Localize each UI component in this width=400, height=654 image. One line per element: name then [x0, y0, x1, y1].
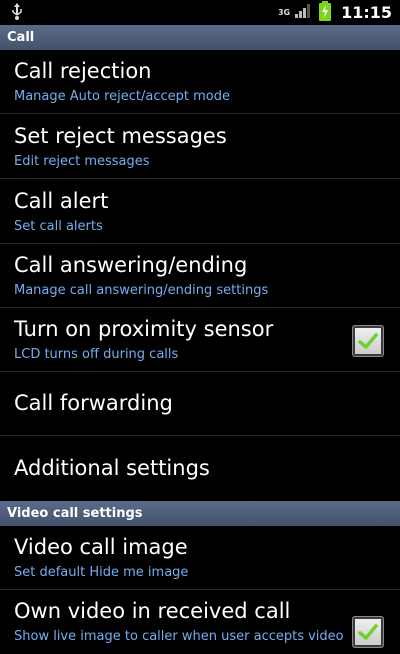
proximity-sensor-checkbox[interactable]	[352, 325, 384, 357]
setting-proximity-sensor[interactable]: Turn on proximity sensor LCD turns off d…	[0, 308, 400, 372]
setting-title: Call alert	[14, 189, 109, 213]
network-type-label: 3G	[277, 7, 291, 17]
checkmark-icon	[358, 624, 378, 640]
setting-summary: Edit reject messages	[14, 154, 150, 169]
setting-call-rejection[interactable]: Call rejection Manage Auto reject/accept…	[0, 50, 400, 114]
setting-summary: Manage call answering/ending settings	[14, 283, 269, 298]
section-header-video-call: Video call settings	[0, 501, 400, 526]
setting-summary: LCD turns off during calls	[14, 347, 179, 362]
setting-call-alert[interactable]: Call alert Set call alerts	[0, 180, 400, 244]
status-clock: 11:15	[341, 3, 392, 22]
setting-title: Additional settings	[14, 456, 210, 480]
setting-title: Own video in received call	[14, 599, 291, 623]
setting-title: Call rejection	[14, 59, 152, 83]
setting-video-call-image[interactable]: Video call image Set default Hide me ima…	[0, 526, 400, 590]
signal-icon	[295, 3, 311, 22]
checkmark-icon	[358, 333, 378, 349]
setting-title: Call answering/ending	[14, 253, 248, 277]
setting-summary: Show live image to caller when user acce…	[14, 629, 344, 644]
setting-title: Turn on proximity sensor	[14, 317, 274, 341]
setting-call-forwarding[interactable]: Call forwarding	[0, 372, 400, 436]
usb-icon	[10, 3, 24, 25]
setting-summary: Set default Hide me image	[14, 565, 189, 580]
setting-set-reject-messages[interactable]: Set reject messages Edit reject messages	[0, 115, 400, 179]
setting-summary: Manage Auto reject/accept mode	[14, 89, 230, 104]
own-video-checkbox[interactable]	[352, 616, 384, 648]
status-bar: 3G 11:15	[0, 0, 400, 25]
setting-call-answering-ending[interactable]: Call answering/ending Manage call answer…	[0, 244, 400, 308]
battery-charging-icon	[319, 0, 332, 25]
setting-title: Call forwarding	[14, 391, 173, 415]
setting-title: Video call image	[14, 535, 188, 559]
setting-additional-settings[interactable]: Additional settings	[0, 437, 400, 501]
section-header-call: Call	[0, 25, 400, 50]
setting-own-video-received-call[interactable]: Own video in received call Show live ima…	[0, 590, 400, 654]
setting-summary: Set call alerts	[14, 219, 103, 234]
setting-title: Set reject messages	[14, 124, 227, 148]
